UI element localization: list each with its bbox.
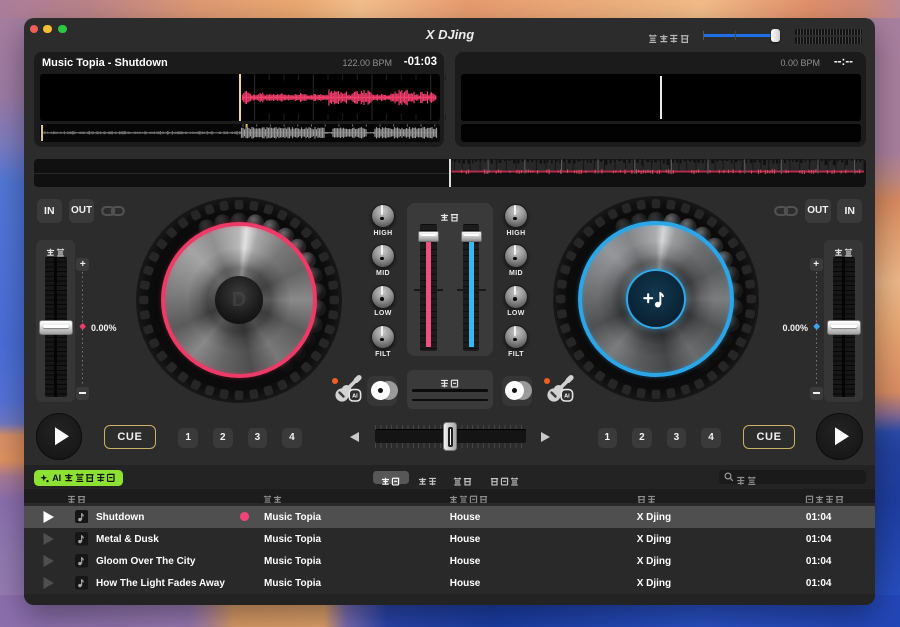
svg-text:AI: AI (564, 394, 570, 400)
svg-text:AI: AI (352, 394, 358, 400)
